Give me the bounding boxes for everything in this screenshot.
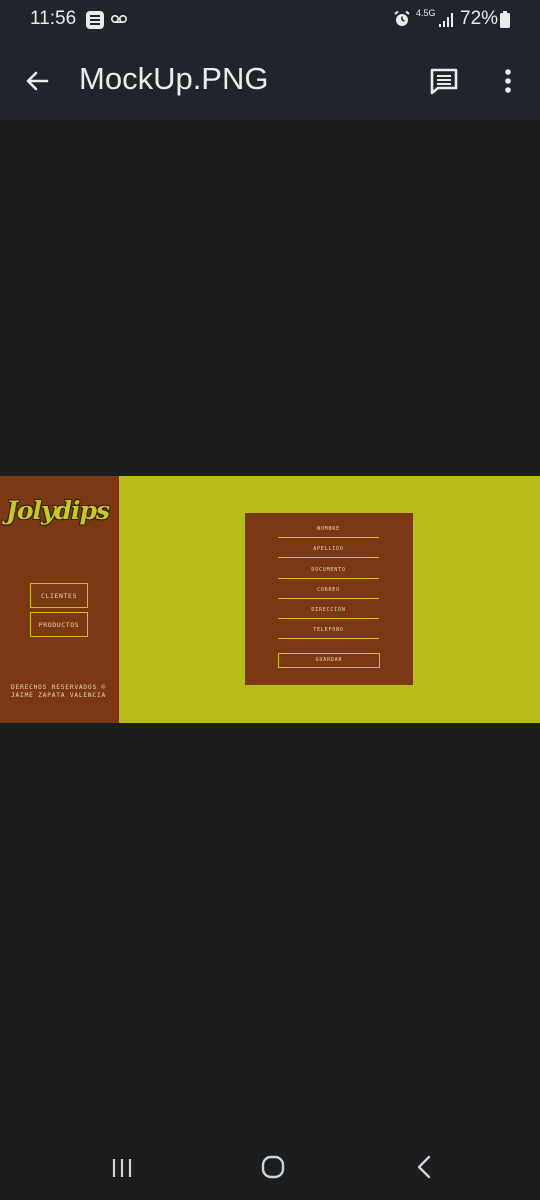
mockup-clientes-button: CLIENTES: [30, 583, 88, 608]
voicemail-icon: [110, 15, 128, 24]
mockup-image: Jolydips CLIENTES PRODUCTOS DERECHOS RES…: [0, 476, 540, 723]
status-time: 11:56: [30, 8, 77, 29]
status-bar: 11:56 4.5G 72%: [0, 0, 540, 42]
signal-icon: [439, 13, 453, 27]
back-arrow-icon[interactable]: [20, 64, 54, 98]
mockup-footer-line1: DERECHOS RESERVADOS ©: [11, 684, 107, 691]
mockup-logo: Jolydips: [6, 496, 110, 525]
mockup-field-direccion: DIRECCIÓN: [278, 605, 379, 619]
mockup-form: NOMBRE APELLIDO DOCUMENTO CORREO DIRECCI…: [245, 513, 413, 685]
file-title: MockUp.PNG: [79, 61, 269, 96]
alarm-icon: [394, 10, 410, 26]
mockup-sidebar: Jolydips CLIENTES PRODUCTOS DERECHOS RES…: [0, 476, 119, 723]
system-nav-bar: [0, 1138, 540, 1200]
mockup-field-apellido: APELLIDO: [278, 544, 379, 558]
home-icon[interactable]: [260, 1154, 286, 1180]
mockup-field-nombre: NOMBRE: [278, 524, 379, 538]
mockup-footer: DERECHOS RESERVADOS © JAIME ZAPATA VALEN…: [11, 684, 115, 700]
back-icon[interactable]: [414, 1154, 434, 1180]
mockup-save-button: GUARDAR: [278, 653, 380, 668]
mockup-field-correo: CORREO: [278, 585, 379, 599]
mockup-field-telefono: TELEFONO: [278, 625, 379, 639]
more-vert-icon[interactable]: [496, 64, 520, 98]
app-notification-icon: [86, 11, 104, 29]
recents-icon[interactable]: [110, 1156, 134, 1180]
mockup-productos-button: PRODUCTOS: [30, 612, 88, 637]
battery-percent: 72%: [460, 8, 499, 29]
battery-icon: [500, 11, 510, 28]
comment-icon[interactable]: [426, 64, 462, 98]
image-viewer[interactable]: Jolydips CLIENTES PRODUCTOS DERECHOS RES…: [0, 120, 540, 1138]
app-bar: MockUp.PNG: [0, 42, 540, 120]
mockup-footer-line2: JAIME ZAPATA VALENCIA: [11, 692, 107, 699]
network-type: 4.5G: [416, 8, 436, 18]
mockup-field-documento: DOCUMENTO: [278, 565, 379, 579]
